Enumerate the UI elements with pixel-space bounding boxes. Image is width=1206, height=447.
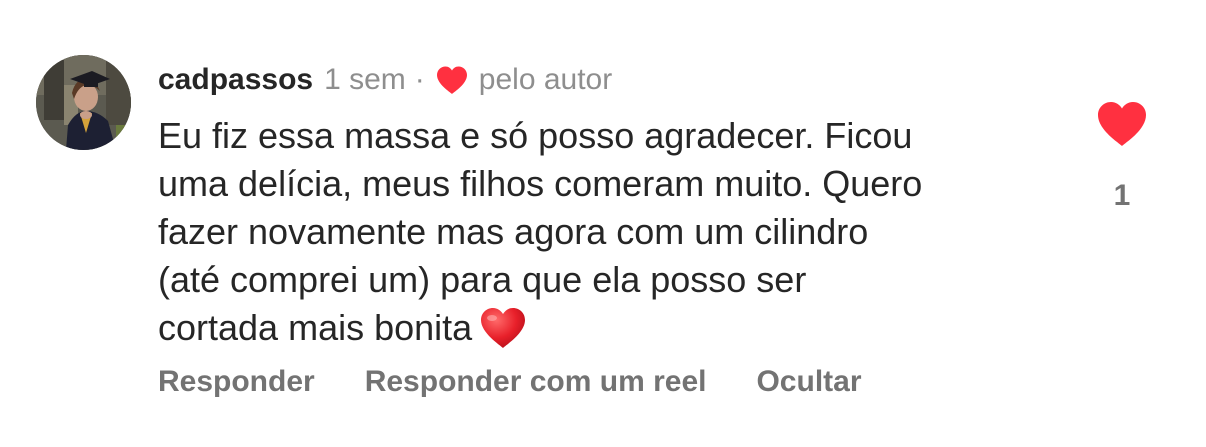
heart-icon xyxy=(435,65,469,95)
comment-line: cortada mais bonita xyxy=(158,307,473,348)
comment-time: 1 sem xyxy=(324,63,406,96)
reply-button[interactable]: Responder xyxy=(158,365,315,399)
comment-line: (até comprei um) para que ela posso ser xyxy=(158,259,807,300)
comment-line: uma delícia, meus filhos comeram muito. … xyxy=(158,163,923,204)
username[interactable]: cadpassos xyxy=(158,60,313,100)
reply-with-reel-button[interactable]: Responder com um reel xyxy=(365,365,707,399)
comment-text: Eu fiz essa massa e só posso agradecer. … xyxy=(158,112,1058,352)
hide-button[interactable]: Ocultar xyxy=(756,365,861,399)
red-heart-emoji xyxy=(478,306,528,350)
avatar[interactable] xyxy=(36,55,131,150)
like-count: 1 xyxy=(1113,179,1131,212)
comment-last-line: cortada mais bonita xyxy=(158,304,1058,352)
like-button[interactable] xyxy=(1096,100,1148,148)
separator-dot: · xyxy=(414,63,425,96)
comment-header: cadpassos 1 sem · pelo autor xyxy=(158,60,612,100)
comment-actions: Responder Responder com um reel Ocultar xyxy=(158,360,862,404)
avatar-image xyxy=(36,55,131,150)
liked-by-author-label: pelo autor xyxy=(478,63,613,96)
heart-icon xyxy=(1098,102,1146,146)
comment-line: Eu fiz essa massa e só posso agradecer. … xyxy=(158,115,913,156)
comment-line: fazer novamente mas agora com um cilindr… xyxy=(158,211,869,252)
